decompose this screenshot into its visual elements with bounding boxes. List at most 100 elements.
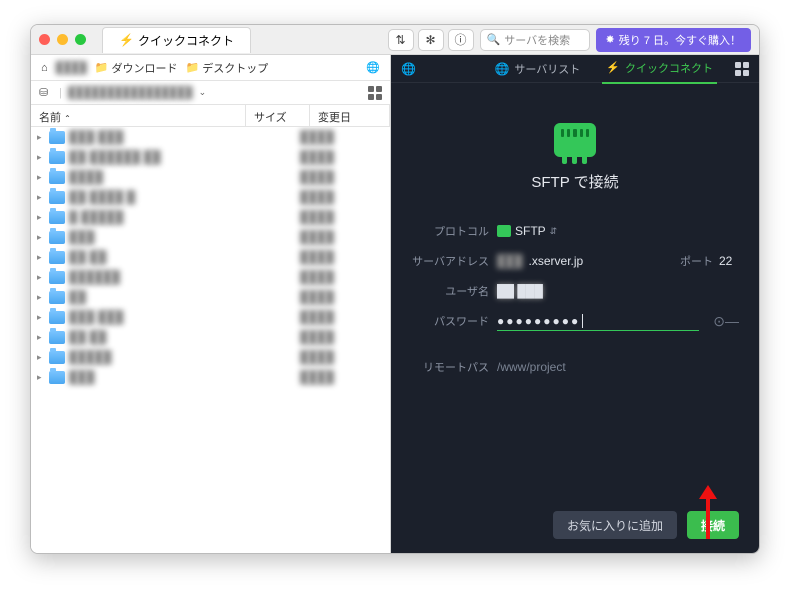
breadcrumb-home[interactable]: ⌂ [41, 62, 48, 74]
zoom-window-button[interactable] [75, 34, 86, 45]
disclosure-icon[interactable]: ▸ [37, 372, 45, 383]
tab-quick-connect-remote[interactable]: ⚡ クイックコネクト [602, 54, 717, 84]
col-name[interactable]: 名前 ⌃ [31, 105, 246, 126]
local-files-pane: ⌂ ████ 📁 ダウンロード 📁 デスクトップ 🌐 ⛁ | █████████… [31, 55, 391, 553]
file-name: ██ ██████ ██ [69, 150, 296, 164]
disclosure-icon[interactable]: ▸ [37, 152, 45, 163]
annotation-arrow [706, 485, 717, 539]
username-input[interactable]: ██ ███ [497, 284, 739, 298]
globe-icon[interactable]: 🌐 [366, 61, 380, 74]
col-date[interactable]: 変更日 [310, 105, 390, 126]
file-name: ███ [69, 230, 296, 244]
label-port: ポート [680, 253, 713, 269]
file-date: ████ [300, 350, 384, 364]
disclosure-icon[interactable]: ▸ [37, 192, 45, 203]
file-date: ████ [300, 330, 384, 344]
folder-icon [49, 151, 65, 164]
file-name: ██ [69, 290, 296, 304]
remote-tabs: 🌐 🌐 サーバリスト ⚡ クイックコネクト [391, 55, 759, 83]
label-server: サーバアドレス [411, 253, 489, 269]
file-name: █████ [69, 350, 296, 364]
remote-path-input[interactable]: /www/project [497, 360, 739, 374]
disclosure-icon[interactable]: ▸ [37, 352, 45, 363]
file-row[interactable]: ▸███████ [31, 227, 390, 247]
file-row[interactable]: ▸██████ [31, 287, 390, 307]
file-row[interactable]: ▸ ███ ███ ████ [31, 307, 390, 327]
file-row[interactable]: ▸██ ████ █████ [31, 187, 390, 207]
file-name: ███ [69, 370, 296, 384]
protocol-select[interactable]: SFTP ⇵ [497, 224, 557, 238]
server-address-input[interactable]: ███.xserver.jp ポート 22 [497, 253, 739, 269]
disclosure-icon[interactable]: ▸ [37, 332, 45, 343]
label-protocol: プロトコル [411, 223, 489, 239]
file-name: ██ ██ [69, 250, 296, 264]
disclosure-icon[interactable]: ▸ [37, 212, 45, 223]
connect-title: SFTP で接続 [531, 171, 618, 192]
file-row[interactable]: ▸██████████ [31, 267, 390, 287]
disclosure-icon[interactable]: ▸ [37, 172, 45, 183]
remote-pane: 🌐 🌐 サーバリスト ⚡ クイックコネクト SFTP で接続 [391, 55, 759, 553]
file-date: ████ [300, 210, 384, 224]
tab-quick-connect[interactable]: ⚡ クイックコネクト [102, 27, 251, 53]
password-input[interactable]: ●●●●●●●●● [497, 312, 699, 331]
file-row[interactable]: ▸██ ██████ [31, 247, 390, 267]
label-password: パスワード [411, 313, 489, 329]
key-icon[interactable]: ⊙― [713, 313, 739, 330]
file-name: ███ ███ [69, 310, 296, 324]
breadcrumb-desktop[interactable]: 📁 デスクトップ [186, 60, 269, 76]
port-input[interactable]: 22 [719, 254, 739, 268]
ethernet-icon [554, 123, 596, 157]
tab-server-list[interactable]: 🌐 サーバリスト [490, 55, 584, 83]
file-list[interactable]: ▸███ ███████▸██ ██████ ██████▸████████▸█… [31, 127, 390, 553]
trial-promo-button[interactable]: ✸ 残り 7 日。今すぐ購入！ [596, 28, 751, 52]
disclosure-icon[interactable]: ▸ [37, 292, 45, 303]
search-icon: 🔍 [487, 33, 501, 46]
breadcrumb-item[interactable]: ████ [56, 62, 87, 74]
add-favorite-button[interactable]: お気に入りに追加 [553, 511, 677, 539]
disclosure-icon[interactable]: ▸ [37, 232, 45, 243]
breadcrumb-downloads[interactable]: 📁 ダウンロード [95, 60, 178, 76]
folder-icon [49, 331, 65, 344]
file-row[interactable]: ▸██ ██████ ██████ [31, 147, 390, 167]
info-button[interactable]: ⓘ [448, 29, 474, 51]
col-size[interactable]: サイズ [246, 105, 310, 126]
settings-button[interactable]: ✻ [418, 29, 444, 51]
view-mode-button[interactable] [735, 62, 749, 76]
disclosure-icon[interactable]: ▸ [37, 132, 45, 143]
toolbar-buttons: ⇅ ✻ ⓘ [388, 29, 474, 51]
local-path-row: ⛁ | ████████████████ ⌄ [31, 81, 390, 105]
file-name: ██ ██ [69, 330, 296, 344]
folder-icon [49, 351, 65, 364]
file-date: ████ [300, 170, 384, 184]
disclosure-icon[interactable]: ▸ [37, 272, 45, 283]
file-row[interactable]: ▸███████ [31, 367, 390, 387]
gear-icon: ✸ [606, 33, 615, 46]
chevron-down-icon[interactable]: ⌄ [199, 87, 207, 98]
file-name: ██████ [69, 270, 296, 284]
file-name: ███ ███ [69, 130, 296, 144]
folder-icon [49, 271, 65, 284]
sftp-icon [497, 225, 511, 237]
local-path[interactable]: ████████████████ [68, 87, 193, 99]
disk-icon: ⛁ [39, 86, 53, 99]
chevron-updown-icon: ⇵ [550, 226, 558, 237]
close-window-button[interactable] [39, 34, 50, 45]
disclosure-icon[interactable]: ▸ [37, 252, 45, 263]
view-mode-button[interactable] [368, 86, 382, 100]
disclosure-icon[interactable]: ▸ [37, 312, 45, 323]
file-columns-header: 名前 ⌃ サイズ 変更日 [31, 105, 390, 127]
file-row[interactable]: ▸████████ [31, 167, 390, 187]
file-date: ████ [300, 310, 384, 324]
server-search-input[interactable]: 🔍 サーバを検索 [480, 29, 590, 51]
file-row[interactable]: ▸█ █████████ [31, 207, 390, 227]
search-placeholder: サーバを検索 [504, 32, 570, 48]
sync-button[interactable]: ⇅ [388, 29, 414, 51]
file-row[interactable]: ▸█████████ [31, 347, 390, 367]
globe-icon: 🌐 [494, 62, 509, 76]
app-window: ⚡ クイックコネクト ⇅ ✻ ⓘ 🔍 サーバを検索 ✸ 残り 7 日。今すぐ購入… [30, 24, 760, 554]
file-row[interactable]: ▸ ██ ██ ████ [31, 327, 390, 347]
folder-icon [49, 131, 65, 144]
file-row[interactable]: ▸ ███ ███ ████ [31, 127, 390, 147]
file-date: ████ [300, 130, 384, 144]
minimize-window-button[interactable] [57, 34, 68, 45]
